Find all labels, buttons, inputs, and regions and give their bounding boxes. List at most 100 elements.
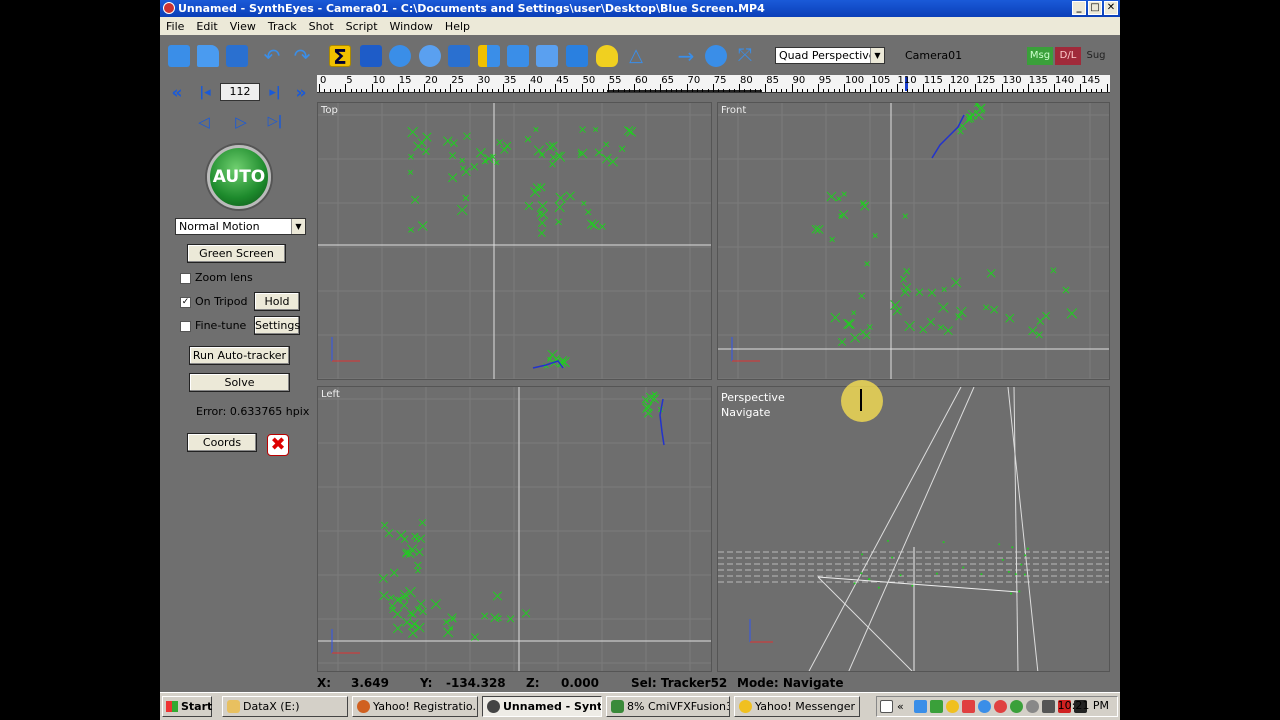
fine-tune-checkbox[interactable] <box>180 321 191 332</box>
task-yahoo-registration[interactable]: Yahoo! Registratio... <box>352 696 478 717</box>
sug-button[interactable]: Sug <box>1083 47 1109 65</box>
smiley-icon[interactable] <box>946 700 959 713</box>
clock-icon[interactable] <box>705 45 727 67</box>
step-forward-button[interactable]: ▷| <box>264 112 286 132</box>
fast-forward-button[interactable]: » <box>290 83 312 103</box>
dl-button[interactable]: D/L <box>1055 47 1081 65</box>
menu-edit[interactable]: Edit <box>190 20 223 33</box>
tray-app-icon[interactable] <box>962 700 975 713</box>
camera-icon[interactable] <box>360 45 382 67</box>
shield-icon[interactable] <box>994 700 1007 713</box>
curve-editor-icon[interactable] <box>536 45 558 67</box>
hold-button[interactable]: Hold <box>254 292 300 311</box>
timeline-tick <box>943 89 945 92</box>
timeline-tick <box>912 89 914 92</box>
green-screen-button[interactable]: Green Screen <box>187 244 286 263</box>
view-layout-select[interactable]: Quad Perspective ▼ <box>775 47 885 64</box>
task-yahoo-messenger[interactable]: Yahoo! Messenger <box>734 696 860 717</box>
run-autotracker-button[interactable]: Run Auto-tracker <box>189 346 290 365</box>
on-tripod-checkbox[interactable]: ✓ <box>180 297 191 308</box>
undo-icon[interactable]: ↶ <box>261 45 283 67</box>
save-icon[interactable] <box>226 45 248 67</box>
msg-button[interactable]: Msg <box>1027 47 1053 65</box>
tray-app-icon[interactable] <box>1010 700 1023 713</box>
open-folder-icon[interactable] <box>197 45 219 67</box>
tracker-marker <box>830 312 841 323</box>
coords-button[interactable]: Coords <box>187 433 257 452</box>
menu-view[interactable]: View <box>224 20 262 33</box>
motion-type-select[interactable]: Normal Motion ▼ <box>175 218 306 235</box>
task-datax[interactable]: DataX (E:) <box>222 696 348 717</box>
task-download[interactable]: 8% CmiVFXFusion3... <box>606 696 730 717</box>
task-synth-eyes[interactable]: Unnamed - Synt... <box>482 696 602 717</box>
frame-number-input[interactable]: 112 <box>220 83 260 101</box>
tracker-marker <box>549 153 557 161</box>
light-bulb-icon[interactable] <box>596 45 618 67</box>
menu-script[interactable]: Script <box>340 20 384 33</box>
settings-button[interactable]: Settings <box>254 316 300 335</box>
tracker-marker <box>983 304 989 311</box>
chevron-down-icon: ▼ <box>291 219 305 234</box>
help-icon[interactable] <box>880 700 893 713</box>
prev-key-button[interactable]: |◂ <box>194 83 216 103</box>
viewport-canvas <box>718 103 1109 379</box>
timeline-tick <box>434 89 436 92</box>
timeline-label: 115 <box>923 75 943 86</box>
minimize-button[interactable]: _ <box>1072 1 1086 15</box>
motion-type-value: Normal Motion <box>179 220 260 233</box>
path-icon[interactable]: △ <box>625 45 647 67</box>
tray-app-icon[interactable] <box>914 700 927 713</box>
solve-button[interactable]: Solve <box>189 373 290 392</box>
rewind-button[interactable]: « <box>166 83 188 103</box>
viewport-top[interactable]: Top <box>317 102 712 380</box>
chevron-left-icon[interactable]: « <box>897 700 910 713</box>
arrow-right-icon[interactable]: → <box>675 45 697 67</box>
tracker-marker <box>937 324 944 331</box>
tracker-marker <box>407 628 418 638</box>
cube-icon[interactable] <box>566 45 588 67</box>
coordinate-icon[interactable] <box>448 45 470 67</box>
tracker-marker <box>409 611 417 618</box>
timeline-tick <box>991 89 992 92</box>
timeline-ruler[interactable]: 0 5 10 15 20 25 30 35 40 45 50 55 60 65 70 75 80 85 90 95 10… <box>317 75 1110 93</box>
start-button[interactable]: Start <box>162 696 212 717</box>
timeline-label: 75 <box>713 75 727 86</box>
step-back-button[interactable]: ◁ <box>193 112 215 132</box>
lens-icon[interactable] <box>478 45 500 67</box>
new-file-icon[interactable] <box>168 45 190 67</box>
redo-icon[interactable]: ↷ <box>291 45 313 67</box>
menu-window[interactable]: Window <box>384 20 439 33</box>
menu-track[interactable]: Track <box>262 20 303 33</box>
viewport-front[interactable]: Front <box>717 102 1110 380</box>
zoom-lens-checkbox[interactable] <box>180 273 191 284</box>
menu-shot[interactable]: Shot <box>303 20 340 33</box>
timeline-tick <box>513 89 515 92</box>
close-button[interactable]: ✕ <box>1104 1 1118 15</box>
solver-sigma-icon[interactable]: Σ <box>329 45 351 68</box>
tray-app-icon[interactable] <box>978 700 991 713</box>
viewport-left[interactable]: Left <box>317 386 712 672</box>
timeline-tick <box>807 89 809 92</box>
close-x-icon[interactable]: ✖ <box>267 434 289 456</box>
tray-app-icon[interactable] <box>930 700 943 713</box>
tracker-marker <box>408 622 416 631</box>
speaker-icon[interactable] <box>1042 700 1055 713</box>
next-key-button[interactable]: ▸| <box>264 83 286 103</box>
timeline-tick <box>376 89 378 92</box>
network-icon[interactable] <box>1026 700 1039 713</box>
timeline-tick <box>702 89 704 92</box>
viewport-canvas <box>318 103 711 379</box>
menu-file[interactable]: File <box>160 20 190 33</box>
expand-icon[interactable]: ⤧ <box>734 45 756 67</box>
play-button[interactable]: ▷ <box>230 112 252 132</box>
maximize-button[interactable]: □ <box>1088 1 1102 15</box>
menu-help[interactable]: Help <box>439 20 476 33</box>
viewport-perspective[interactable]: Perspective Navigate <box>717 386 1110 672</box>
graph-icon[interactable] <box>507 45 529 67</box>
settings-gear-icon[interactable] <box>389 45 411 67</box>
auto-button[interactable]: AUTO <box>207 145 271 209</box>
tracker-marker <box>496 139 503 146</box>
tracker-cluster-icon[interactable] <box>419 45 441 67</box>
timeline-label: 10 <box>372 75 386 86</box>
view-layout-value: Quad Perspective <box>779 49 876 62</box>
